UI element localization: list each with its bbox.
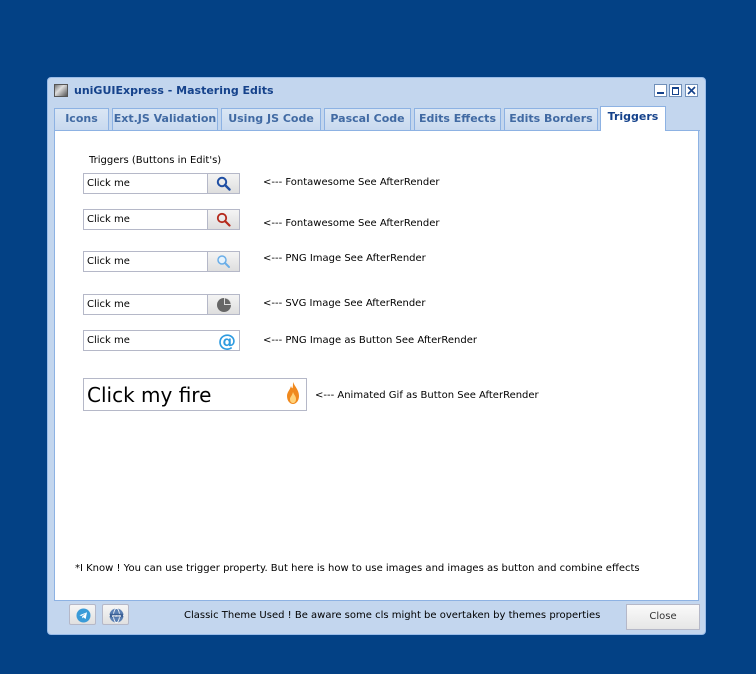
svg-text:@: @ bbox=[218, 331, 236, 351]
trigger-edit-2[interactable]: Click me bbox=[83, 209, 240, 230]
tab-strip: Icons Ext.JS Validation Using JS Code Pa… bbox=[54, 106, 700, 131]
trigger-button-3[interactable] bbox=[207, 252, 239, 271]
telegram-button[interactable] bbox=[69, 604, 96, 625]
trigger-button-4[interactable] bbox=[207, 295, 239, 314]
search-icon bbox=[216, 212, 231, 227]
app-icon bbox=[54, 84, 68, 97]
close-button[interactable]: Close bbox=[626, 604, 700, 630]
close-icon bbox=[687, 86, 696, 95]
trigger-edit-1[interactable]: Click me bbox=[83, 173, 240, 194]
fire-icon[interactable] bbox=[286, 381, 300, 405]
trigger-button-2[interactable] bbox=[207, 210, 239, 229]
trigger-note-3: <--- PNG Image See AfterRender bbox=[263, 253, 426, 264]
edit-value: Click my fire bbox=[87, 383, 212, 407]
www-icon: www bbox=[109, 608, 124, 623]
minimize-button[interactable] bbox=[654, 84, 667, 97]
edit-value: Click me bbox=[87, 214, 130, 225]
triggers-group-label: Triggers (Buttons in Edit's) bbox=[89, 155, 222, 166]
tab-extjs-validation[interactable]: Ext.JS Validation bbox=[112, 108, 218, 130]
triggers-panel: Triggers (Buttons in Edit's) Click me <-… bbox=[54, 131, 699, 601]
tab-edits-effects[interactable]: Edits Effects bbox=[414, 108, 501, 130]
trigger-edit-5[interactable]: Click me @ bbox=[83, 330, 240, 351]
close-window-button[interactable] bbox=[685, 84, 698, 97]
tab-triggers[interactable]: Triggers bbox=[600, 106, 666, 131]
tab-edits-borders[interactable]: Edits Borders bbox=[504, 108, 598, 130]
footer-bar: www Classic Theme Used ! Be aware some c… bbox=[54, 601, 700, 630]
trigger-button-1[interactable] bbox=[207, 174, 239, 193]
trigger-note-5: <--- PNG Image as Button See AfterRender bbox=[263, 335, 477, 346]
window-title: uniGUIExpress - Mastering Edits bbox=[74, 84, 274, 97]
footnote: *I Know ! You can use trigger property. … bbox=[75, 563, 640, 574]
pie-chart-icon bbox=[217, 298, 231, 312]
fire-note: <--- Animated Gif as Button See AfterRen… bbox=[315, 390, 539, 401]
search-icon bbox=[217, 255, 230, 268]
tab-using-js-code[interactable]: Using JS Code bbox=[221, 108, 321, 130]
trigger-note-2: <--- Fontawesome See AfterRender bbox=[263, 218, 440, 229]
telegram-icon bbox=[76, 608, 91, 623]
edit-value: Click me bbox=[87, 335, 130, 346]
fire-edit[interactable]: Click my fire bbox=[83, 378, 307, 411]
www-button[interactable]: www bbox=[102, 604, 129, 625]
main-window: uniGUIExpress - Mastering Edits Icons Ex… bbox=[47, 77, 706, 635]
edit-value: Click me bbox=[87, 178, 130, 189]
window-titlebar[interactable]: uniGUIExpress - Mastering Edits bbox=[48, 78, 705, 104]
svg-text:www: www bbox=[112, 614, 122, 618]
search-icon bbox=[216, 176, 231, 191]
maximize-button[interactable] bbox=[669, 84, 682, 97]
edit-value: Click me bbox=[87, 299, 130, 310]
tab-icons[interactable]: Icons bbox=[54, 108, 109, 130]
footer-message: Classic Theme Used ! Be aware some cls m… bbox=[184, 610, 601, 621]
trigger-note-4: <--- SVG Image See AfterRender bbox=[263, 298, 426, 309]
trigger-edit-3[interactable]: Click me bbox=[83, 251, 240, 272]
edit-value: Click me bbox=[87, 256, 130, 267]
trigger-note-1: <--- Fontawesome See AfterRender bbox=[263, 177, 440, 188]
at-sign-icon: @ bbox=[218, 331, 236, 351]
trigger-edit-4[interactable]: Click me bbox=[83, 294, 240, 315]
tab-pascal-code[interactable]: Pascal Code bbox=[324, 108, 411, 130]
trigger-button-5[interactable]: @ bbox=[207, 331, 239, 351]
